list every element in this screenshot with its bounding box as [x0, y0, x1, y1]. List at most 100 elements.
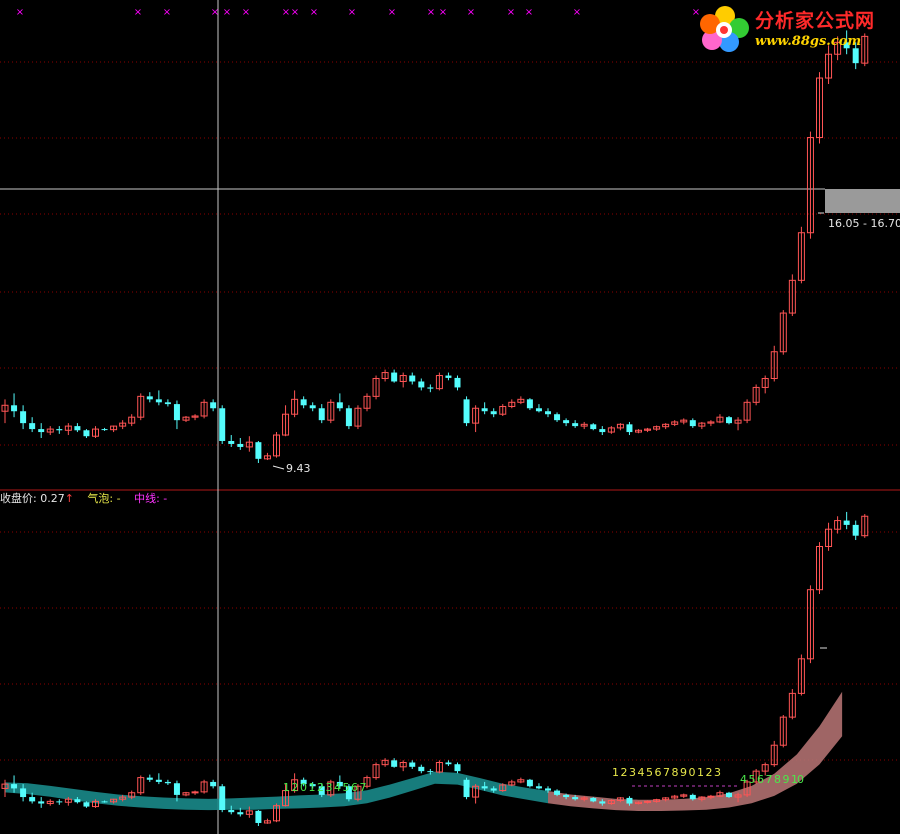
price-candle-body: [101, 429, 108, 431]
indicator-candle-body: [83, 802, 90, 807]
indicator-title-bar: 收盘价: 0.27↑ 气泡: - 中线: -: [0, 490, 171, 506]
signal-marker: ×: [211, 7, 219, 18]
logo-title: 分析家公式网: [755, 10, 876, 32]
price-candle-body: [336, 402, 343, 409]
price-candle-body: [219, 408, 226, 441]
price-candle-body: [626, 424, 633, 433]
indicator-candle-body: [843, 520, 850, 525]
price-candle-body: [155, 399, 162, 403]
price-candle-body: [427, 387, 434, 389]
signal-marker: ×: [242, 7, 250, 18]
indicator-candle-body: [535, 786, 542, 789]
indicator-candle-body: [56, 801, 63, 803]
price-candle-body: [345, 408, 352, 427]
indicator-candle-body: [191, 791, 199, 794]
signal-marker: ×: [507, 7, 515, 18]
price-candle-body: [454, 377, 461, 388]
signal-marker: ×: [388, 7, 396, 18]
indicator-candle-body: [526, 779, 533, 787]
count-sequence-right-yellow: 1 2 3 4 5 6 7 8 9 0 1 2 3: [612, 766, 721, 779]
price-candle-body: [599, 429, 606, 433]
indicator-candle-body: [418, 766, 425, 772]
price-candle-body: [255, 442, 262, 459]
low-arrow-icon: [272, 465, 285, 470]
indicator-candle-body: [726, 792, 732, 798]
price-candle-body: [590, 424, 597, 430]
indicator-candle-body: [173, 783, 180, 795]
indicator-candle-body: [852, 524, 859, 536]
up-arrow-icon: ↑: [64, 492, 74, 505]
indicator-candle-body: [599, 801, 606, 804]
signal-marker: ×: [439, 7, 447, 18]
price-candle-body: [74, 426, 81, 431]
indicator-candle-body: [38, 801, 45, 804]
close-price-label: 收盘价: 0.27: [0, 492, 65, 505]
price-candle-body: [309, 405, 316, 409]
signal-marker: ×: [223, 7, 231, 18]
signal-marker: ×: [291, 7, 299, 18]
price-candle-body: [11, 405, 18, 412]
indicator-candle-body: [454, 764, 461, 772]
price-candle-body: [38, 429, 45, 433]
price-candle-body: [572, 423, 579, 427]
price-candle-body: [228, 440, 235, 444]
indicator-candle-body: [554, 790, 561, 795]
price-candle-body: [526, 399, 533, 409]
signal-marker: ×: [310, 7, 318, 18]
price-candle-body: [29, 423, 36, 430]
price-candle-body: [20, 411, 27, 424]
indicator-candle-body: [644, 800, 652, 803]
signal-marker: ×: [525, 7, 533, 18]
price-axis-highlight: [825, 189, 900, 213]
stock-chart[interactable]: × × × × × × × × × × × × × × × × × ×: [0, 0, 900, 834]
site-logo: 分析家公式网 www.88gs.com: [697, 4, 897, 54]
price-candle-body: [164, 402, 171, 405]
low-price-label: 9.43: [286, 462, 311, 475]
indicator-candle-body: [463, 779, 470, 798]
price-candle-body: [490, 411, 497, 415]
indicator-band-up: [548, 691, 843, 811]
price-candle-body: [173, 404, 180, 421]
indicator-candle-body: [74, 799, 81, 803]
indicator-candle-body: [563, 794, 570, 798]
signal-marker: ×: [282, 7, 290, 18]
price-candle-body: [300, 399, 307, 406]
indicator-candle-body: [101, 801, 108, 803]
indicator-candle-body: [155, 779, 162, 782]
price-candle-body: [563, 420, 570, 424]
price-candle-body: [210, 402, 217, 409]
price-candle-body: [535, 408, 542, 412]
price-candle-body: [418, 381, 425, 388]
indicator-candle-body: [689, 794, 696, 800]
indicator-candle-body: [11, 784, 18, 789]
signal-marker: ×: [348, 7, 356, 18]
bubble-label: 气泡: -: [87, 492, 121, 505]
signal-marker: ×: [16, 7, 24, 18]
price-candle-body: [689, 420, 696, 427]
indicator-candle-body: [219, 786, 226, 811]
indicator-candle-body: [545, 788, 551, 791]
price-candle-body: [481, 408, 488, 412]
midline-label: 中线: -: [134, 492, 168, 505]
price-candle-body: [237, 443, 244, 447]
price-candle-body: [56, 429, 63, 431]
indicator-candle-body: [228, 810, 235, 813]
indicator-candle-body: [29, 797, 36, 802]
indicator-candle-body: [481, 786, 488, 789]
indicator-candle-body: [164, 781, 171, 784]
flower-logo-icon: [700, 6, 749, 52]
logo-url: www.88gs.com: [755, 34, 862, 49]
signal-marker: ×: [163, 7, 171, 18]
indicator-candle-body: [210, 781, 217, 787]
indicator-candle-body: [255, 810, 262, 823]
price-candle-body: [146, 396, 153, 400]
price-candle-body: [409, 375, 416, 382]
signal-marker: ×: [573, 7, 581, 18]
indicator-candle-body: [490, 788, 497, 791]
indicator-candle-body: [572, 797, 579, 800]
price-candle-body: [554, 414, 561, 421]
price-candle-body: [83, 430, 90, 437]
indicator-candle-body: [409, 762, 416, 767]
price-candle-body: [318, 408, 325, 421]
indicator-candle-body: [391, 760, 398, 767]
